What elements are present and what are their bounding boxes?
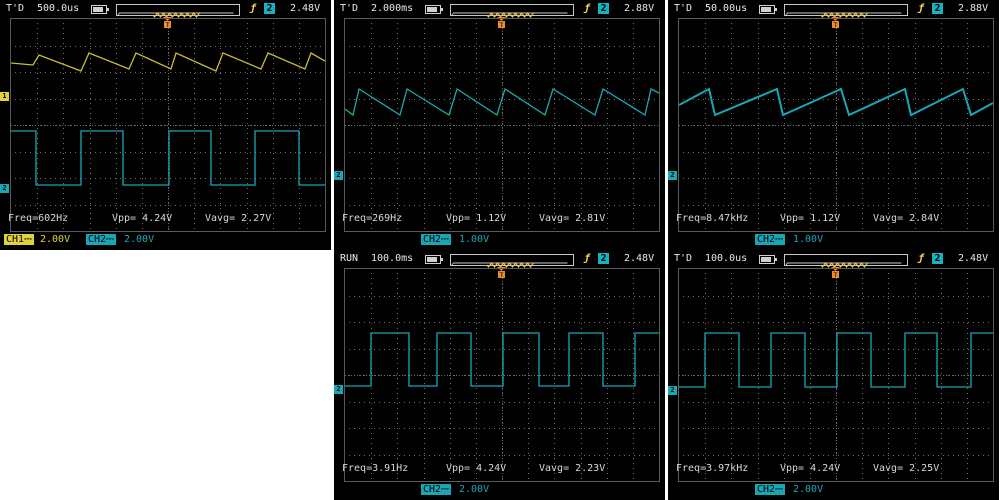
vavg-readout: Vavg= 2.23V [539,463,606,474]
ch2-label[interactable]: CH2⎓ [421,484,452,495]
scope-screen-1: T'D 500.0us ƒ 2 2.48V T 1 2 Freq=602Hz V… [0,0,331,250]
graticule [678,18,994,232]
trigger-position-bar[interactable] [450,4,574,18]
trigger-slope-icon: ƒ [584,253,591,264]
waveforms [345,87,659,117]
ch2-label[interactable]: CH2⎓ [755,484,786,495]
trigger-level[interactable]: 2.48V [958,253,988,265]
ch1-label[interactable]: CH1⎓ [4,234,35,245]
vpp-readout: Vpp= 4.24V [446,463,507,474]
vpp-readout: Vpp= 4.24V [780,463,841,474]
ch1-ground-marker[interactable]: 1 [0,92,9,101]
run-state: T'D [6,3,25,14]
scope-screen-2: T'D 2.000ms ƒ 2 2.88V T 2 Freq=269Hz Vpp… [334,0,665,250]
timebase[interactable]: 50.00us [705,3,747,15]
ch2-label[interactable]: CH2⎓ [86,234,117,245]
battery-icon [91,5,109,14]
ch2-waveform [345,332,659,387]
run-state: T'D [340,3,359,14]
trigger-level[interactable]: 2.48V [624,253,654,265]
waveforms [11,52,325,186]
frequency-readout: Freq=8.47kHz [676,213,749,224]
ch2-waveform [679,87,993,117]
ch1-scale: 2.00V [40,234,71,245]
trigger-slope-icon: ƒ [918,253,925,264]
battery-icon [425,5,443,14]
trigger-slope-icon: ƒ [250,3,257,14]
ch2-ground-marker[interactable]: 2 [334,171,343,180]
ch2-scale: 2.00V [124,234,155,245]
trigger-source[interactable]: 2 [264,3,275,14]
ch2-waveform [679,332,993,388]
trigger-slope-icon: ƒ [918,3,925,14]
scope-screen-3: T'D 50.00us ƒ 2 2.88V T 2 Freq=8.47kHz V… [668,0,999,250]
ch2-scale: 1.00V [793,234,824,245]
status-bar: T'D 100.0us ƒ 2 2.48V [668,250,999,268]
timebase[interactable]: 2.000ms [371,3,413,15]
trigger-source[interactable]: 2 [932,3,943,14]
trigger-slope-icon: ƒ [584,3,591,14]
ch2-scale: 1.00V [459,234,490,245]
channel-bar: CH1⎓ 2.00V CH2⎓ 2.00V [0,231,331,250]
graticule [344,268,660,482]
waveforms [679,87,993,117]
timebase[interactable]: 100.0ms [371,253,413,265]
trigger-position-bar[interactable] [450,254,574,268]
channel-bar: CH2⎓ 2.00V [334,481,665,500]
frequency-readout: Freq=602Hz [8,213,69,224]
ch2-ground-marker[interactable]: 2 [668,386,677,395]
trigger-level[interactable]: 2.48V [290,3,320,15]
channel-bar: CH2⎓ 1.00V [668,231,999,250]
ch2-waveform [11,130,325,186]
run-state: T'D [674,253,693,264]
run-state: RUN [340,253,359,264]
ch2-scale: 2.00V [793,484,824,495]
vavg-readout: Vavg= 2.25V [873,463,940,474]
channel-bar: CH2⎓ 2.00V [668,481,999,500]
battery-icon [759,5,777,14]
status-bar: T'D 2.000ms ƒ 2 2.88V [334,0,665,18]
ch1-waveform [11,52,325,72]
trigger-source[interactable]: 2 [932,253,943,264]
battery-icon [759,255,777,264]
trigger-position-bar[interactable] [116,4,240,18]
ch2-waveform [345,87,659,117]
status-bar: RUN 100.0ms ƒ 2 2.48V [334,250,665,268]
ch2-ground-marker[interactable]: 2 [0,184,9,193]
trigger-level[interactable]: 2.88V [958,3,988,15]
ch2-scale: 2.00V [459,484,490,495]
trigger-position-bar[interactable] [784,4,908,18]
status-bar: T'D 500.0us ƒ 2 2.48V [0,0,331,18]
timebase[interactable]: 100.0us [705,253,747,265]
run-state: T'D [674,3,693,14]
ch2-label[interactable]: CH2⎓ [421,234,452,245]
scope-screen-4: RUN 100.0ms ƒ 2 2.48V T 2 Freq=3.91Hz Vp… [334,250,665,500]
scope-screen-5: T'D 100.0us ƒ 2 2.48V T 2 Freq=3.97kHz V… [668,250,999,500]
ch2-ground-marker[interactable]: 2 [668,171,677,180]
waveforms [679,332,993,388]
vpp-readout: Vpp= 1.12V [446,213,507,224]
ch2-label[interactable]: CH2⎓ [755,234,786,245]
graticule [678,268,994,482]
waveforms [345,332,659,387]
vavg-readout: Vavg= 2.81V [539,213,606,224]
battery-icon [425,255,443,264]
vpp-readout: Vpp= 1.12V [780,213,841,224]
graticule [10,18,326,232]
graticule [344,18,660,232]
frequency-readout: Freq=269Hz [342,213,403,224]
channel-bar: CH2⎓ 1.00V [334,231,665,250]
trigger-source[interactable]: 2 [598,3,609,14]
trigger-level[interactable]: 2.88V [624,3,654,15]
status-bar: T'D 50.00us ƒ 2 2.88V [668,0,999,18]
timebase[interactable]: 500.0us [37,3,79,15]
vpp-readout: Vpp= 4.24V [112,213,173,224]
vavg-readout: Vavg= 2.84V [873,213,940,224]
trigger-position-bar[interactable] [784,254,908,268]
ch2-ground-marker[interactable]: 2 [334,385,343,394]
frequency-readout: Freq=3.97kHz [676,463,749,474]
trigger-source[interactable]: 2 [598,253,609,264]
vavg-readout: Vavg= 2.27V [205,213,272,224]
frequency-readout: Freq=3.91Hz [342,463,409,474]
